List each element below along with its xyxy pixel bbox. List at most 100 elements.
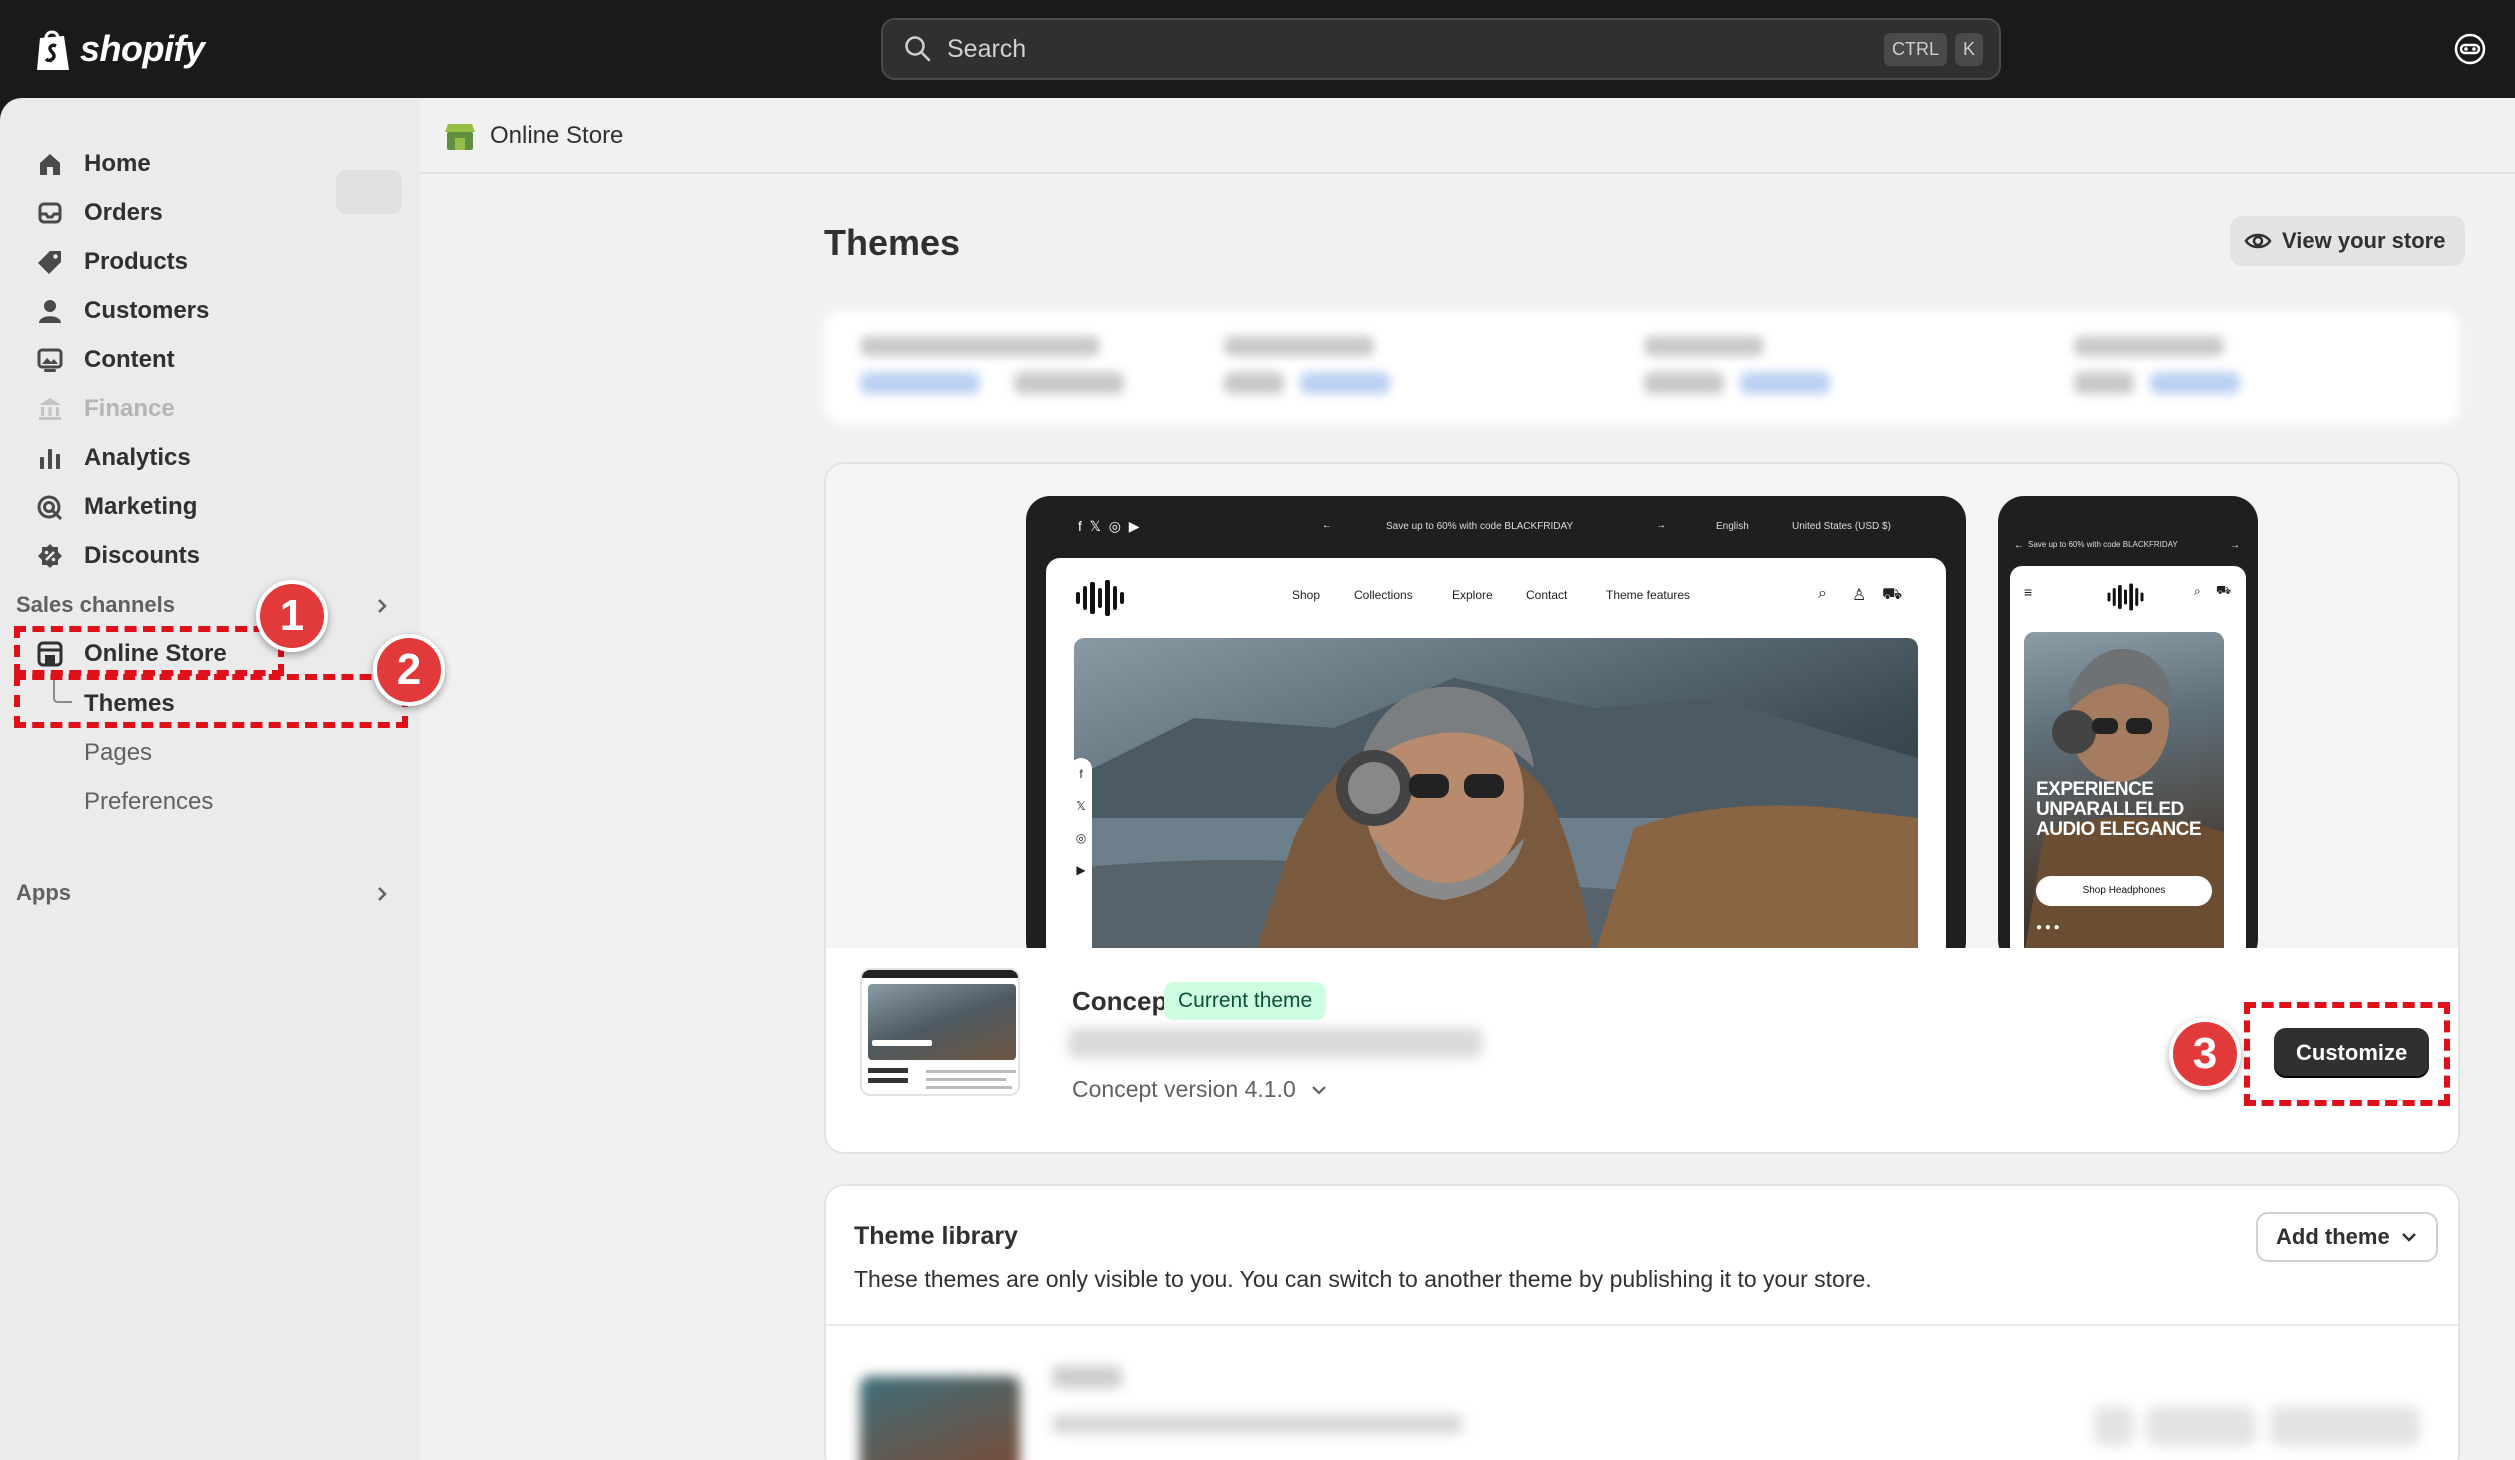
highlight-themes (14, 674, 408, 728)
sidebar-item-orders[interactable]: Orders (36, 191, 163, 235)
arrow-left-icon: ← (2014, 540, 2024, 551)
search-icon: ⌕ (2194, 584, 2201, 598)
search-placeholder: Search (947, 34, 1027, 63)
sidebar-item-label: Finance (84, 395, 175, 422)
preview-social-rail: f 𝕏 ◎ ▶ (1070, 758, 1092, 948)
chevron-down-icon (2401, 1233, 2416, 1242)
sidebar-item-label: Orders (84, 199, 163, 226)
sidebar-item-label: Customers (84, 297, 210, 324)
theme-preview[interactable]: f 𝕏 ◎ ▶ ← Save up to 60% with code BLACK… (826, 464, 2458, 948)
mobile-screen: ≡ ⌕ ⛟ EXPERIENCE UNPARALLELED AUDIO ELEG… (2010, 566, 2246, 948)
theme-library-description: These themes are only visible to you. Yo… (854, 1266, 1872, 1292)
sidebar-item-finance[interactable]: Finance (36, 387, 175, 431)
person-icon (36, 297, 64, 325)
home-icon (36, 150, 64, 178)
tag-icon (36, 248, 64, 276)
preview-nav-link: Theme features (1606, 588, 1691, 602)
arrow-right-icon: → (2230, 540, 2240, 551)
shopify-logo[interactable]: shopify (34, 26, 205, 72)
arrow-left-icon: ← (1322, 520, 1332, 531)
sales-channels-heading[interactable]: Sales channels (16, 592, 175, 618)
theme-library-card: Theme library These themes are only visi… (824, 1184, 2460, 1460)
add-theme-button[interactable]: Add theme (2256, 1212, 2438, 1262)
chevron-right-icon[interactable] (372, 596, 392, 616)
main-content: Online Store Themes View your store f 𝕏 … (420, 98, 2515, 1460)
preview-nav: Shop Collections Explore Contact Theme f… (1046, 585, 1946, 618)
highlight-customize (2244, 1002, 2450, 1106)
breadcrumb-label[interactable]: Online Store (490, 122, 623, 150)
chevron-right-icon[interactable] (372, 884, 392, 904)
search-icon (905, 36, 931, 62)
mobile-announcement: Save up to 60% with code BLACKFRIDAY (2028, 540, 2178, 549)
current-theme-badge: Current theme (1164, 982, 1327, 1020)
sidebar: Home Orders Products Customers Content F… (0, 98, 420, 1460)
sidebar-item-marketing[interactable]: Marketing (36, 485, 197, 529)
theme-version-selector[interactable]: Concept version 4.1.0 (1072, 1076, 1328, 1103)
desktop-screen: Shop Collections Explore Contact Theme f… (1046, 558, 1946, 948)
discount-icon (36, 542, 64, 570)
mobile-preview: Save up to 60% with code BLACKFRIDAY ← →… (1998, 496, 2258, 948)
apps-heading[interactable]: Apps (16, 880, 71, 906)
desktop-preview: f 𝕏 ◎ ▶ ← Save up to 60% with code BLACK… (1026, 496, 1966, 948)
shopify-bag-icon (37, 30, 69, 70)
preview-nav-link: Shop (1292, 588, 1321, 602)
preview-language: English (1716, 521, 1749, 532)
arrow-right-icon: → (1656, 520, 1666, 531)
step-marker-2: 2 (373, 634, 445, 706)
sidebar-item-home[interactable]: Home (36, 142, 151, 186)
preview-nav-link: Contact (1526, 588, 1568, 602)
sidebar-item-label: Content (84, 346, 175, 373)
cart-icon: ⛟ (2216, 583, 2232, 597)
sidebar-item-label: Products (84, 248, 189, 275)
sidebar-item-analytics[interactable]: Analytics (36, 436, 191, 480)
account-icon: ♙ (1852, 587, 1867, 604)
preview-announcement-bar: f 𝕏 ◎ ▶ ← Save up to 60% with code BLACK… (1026, 496, 1966, 558)
breadcrumb: Online Store (420, 98, 2515, 174)
page-title: Themes (824, 222, 961, 263)
step-marker-1: 1 (256, 580, 328, 652)
highlight-online-store (14, 626, 284, 676)
mobile-hero-image: EXPERIENCE UNPARALLELED AUDIO ELEGANCE S… (2024, 632, 2224, 948)
sidebar-item-label: Discounts (84, 542, 201, 569)
search-icon: ⌕ (1818, 585, 1827, 602)
mobile-shop-button: Shop Headphones (2036, 876, 2212, 906)
top-bar: shopify Search CTRL K (0, 0, 2515, 98)
store-avatar-icon[interactable] (2453, 32, 2487, 66)
preview-nav-link: Collections (1354, 588, 1413, 602)
step-marker-3: 3 (2169, 1018, 2241, 1090)
sidebar-subitem-pages[interactable]: Pages (84, 739, 152, 767)
sidebar-item-content[interactable]: Content (36, 338, 175, 382)
blurred-theme-meta (1068, 1028, 1482, 1058)
mobile-headline: EXPERIENCE UNPARALLELED AUDIO ELEGANCE (2036, 779, 2202, 840)
social-icons: f 𝕏 ◎ ▶ (1078, 518, 1140, 534)
menu-icon: ≡ (2024, 584, 2033, 600)
shortcut-key-ctrl: CTRL (1883, 32, 1947, 66)
sidebar-item-label: Home (84, 150, 151, 177)
view-store-label: View your store (2282, 228, 2446, 253)
preview-nav-link: Explore (1452, 588, 1493, 602)
logo-wordmark: shopify (80, 28, 205, 69)
inbox-icon (36, 199, 64, 227)
chevron-down-icon (1311, 1085, 1326, 1095)
eye-icon (2244, 233, 2272, 249)
theme-thumbnail (860, 968, 1020, 1096)
carousel-dots: ● ● ● (2036, 922, 2060, 933)
sidebar-item-label: Analytics (84, 444, 191, 471)
preview-currency: United States (USD $) (1792, 521, 1891, 532)
blurred-stats-card (824, 310, 2460, 424)
blurred-library-row (826, 1326, 2458, 1460)
bar-chart-icon (36, 444, 64, 472)
cart-icon: ⛟ (1882, 586, 1903, 603)
bank-icon (36, 395, 64, 423)
sidebar-item-products[interactable]: Products (36, 240, 188, 284)
add-theme-label: Add theme (2276, 1224, 2390, 1249)
theme-library-title: Theme library (854, 1222, 1018, 1250)
search-bar[interactable]: Search CTRL K (881, 18, 2001, 80)
sidebar-item-customers[interactable]: Customers (36, 289, 209, 333)
theme-name: Concept (1072, 986, 1176, 1016)
sidebar-item-discounts[interactable]: Discounts (36, 534, 200, 578)
image-icon (36, 346, 64, 374)
view-store-button[interactable]: View your store (2230, 216, 2466, 266)
sidebar-subitem-preferences[interactable]: Preferences (84, 788, 213, 816)
hero-image (1074, 638, 1918, 948)
